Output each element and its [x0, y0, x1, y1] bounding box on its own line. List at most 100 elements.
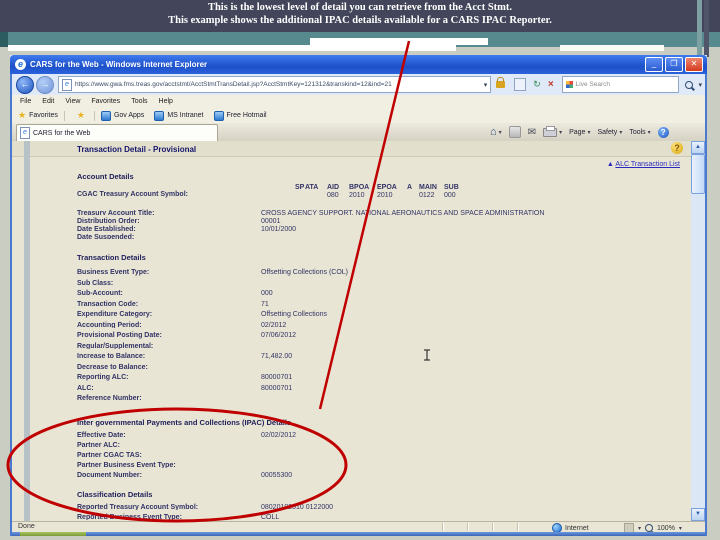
section-header-classification: Classification Details	[77, 490, 153, 499]
help-icon[interactable]: ?	[671, 142, 683, 154]
menu-tools[interactable]: Tools	[131, 98, 147, 105]
tas-column-header: ATA	[305, 184, 319, 191]
scrollbar-up-button[interactable]: ▲	[691, 141, 705, 154]
field-row: Effective Date: 02/02/2012	[77, 428, 685, 438]
restore-button[interactable]: ❐	[665, 57, 683, 72]
field-row: Sub Class:	[77, 276, 685, 287]
minimize-button[interactable]: _	[645, 57, 663, 72]
lock-icon	[496, 77, 506, 88]
page-title: Transaction Detail - Provisional	[77, 145, 197, 154]
favorite-link-label: Gov Apps	[113, 112, 145, 119]
field-label: Increase to Balance:	[77, 353, 146, 360]
field-row: Provisional Posting Date: 07/06/2012	[77, 328, 685, 339]
feeds-icon[interactable]	[508, 126, 521, 138]
chevron-down-icon[interactable]: ▾	[499, 129, 502, 136]
menu-help[interactable]: Help	[159, 98, 173, 105]
scrollbar-thumb[interactable]	[691, 154, 705, 194]
menu-file[interactable]: File	[20, 98, 31, 105]
chevron-down-icon[interactable]: ▾	[619, 129, 622, 136]
command-label: Tools	[629, 128, 646, 136]
field-label: ALC:	[77, 384, 94, 392]
window-border	[705, 74, 707, 536]
field-row: Sub-Account: 000	[77, 286, 685, 297]
favorite-link-free-hotmail[interactable]: Free Hotmail	[213, 110, 267, 121]
chevron-down-icon[interactable]: ▾	[638, 525, 641, 532]
page-button[interactable]: Page ▾	[569, 129, 590, 136]
slide-title-line1: This is the lowest level of detail you c…	[207, 2, 513, 13]
search-dropdown-icon[interactable]: ▾	[695, 81, 705, 89]
search-text[interactable]: Live Search	[576, 81, 679, 88]
field-value: Offsetting Collections	[261, 311, 328, 318]
compatibility-view-button[interactable]	[514, 78, 527, 91]
menu-bar: File Edit View Favorites Tools Help	[12, 95, 705, 109]
classification-rows: Reported Treasury Account Symbol: 0802010…	[77, 500, 685, 520]
home-icon[interactable]: ⌂	[490, 126, 497, 138]
navigation-bar: ← → https://www.gwa.fms.treas.gov/acctst…	[12, 74, 705, 95]
address-bar[interactable]: https://www.gwa.fms.treas.gov/acctstmt/A…	[57, 76, 492, 93]
favorite-link-ms-intranet[interactable]: MS Intranet	[154, 110, 204, 121]
refresh-button[interactable]: ↻	[533, 79, 541, 90]
slide-deco-stripe	[310, 38, 488, 45]
field-row: Treasury Account Title: CROSS AGENCY SUPP…	[77, 207, 685, 215]
field-label: Provisional Posting Date:	[77, 332, 162, 339]
chevron-down-icon[interactable]: ▾	[559, 129, 562, 136]
help-button[interactable]: ?	[657, 126, 669, 138]
safety-button[interactable]: Safety ▾	[597, 129, 622, 136]
search-input[interactable]: Live Search	[561, 76, 680, 93]
search-magnifier-icon[interactable]	[685, 80, 694, 89]
add-favorite-icon[interactable]: ★	[77, 110, 85, 121]
chevron-down-icon[interactable]: ▾	[679, 525, 682, 532]
tas-column-header: A	[407, 184, 413, 191]
zoom-magnifier-icon	[645, 524, 654, 532]
chevron-down-icon[interactable]: ▾	[648, 129, 651, 136]
field-row: Accounting Period: 02/2012	[77, 318, 685, 329]
tas-column-value: 000	[444, 192, 456, 199]
vertical-scrollbar[interactable]: ▲ ▼	[691, 141, 705, 521]
slide-title: This is the lowest level of detail you c…	[0, 2, 720, 27]
scrollbar-down-button[interactable]: ▼	[691, 508, 705, 521]
field-label: Reported Business Event Type:	[77, 514, 182, 520]
favorite-link-label: Free Hotmail	[226, 112, 267, 119]
zoom-level[interactable]: 100%	[657, 525, 675, 532]
command-label: Safety	[597, 128, 618, 136]
field-row: Reference Number:	[77, 391, 685, 402]
back-button[interactable]: ←	[16, 75, 34, 94]
divider	[63, 110, 65, 121]
field-label: Business Event Type:	[77, 269, 150, 276]
section-header-ipac: Inter governmental Payments and Collecti…	[77, 418, 292, 427]
forward-button[interactable]: →	[35, 75, 54, 94]
field-value: COLL	[261, 514, 280, 520]
field-row: ALC: 80000701	[77, 381, 685, 392]
favorite-link-gov-apps[interactable]: Gov Apps	[100, 110, 145, 121]
menu-edit[interactable]: Edit	[42, 98, 54, 105]
field-label: Partner ALC:	[77, 442, 120, 448]
field-label: Reporting ALC:	[77, 374, 129, 381]
tab-page-icon	[20, 127, 30, 139]
field-label: Document Number:	[77, 472, 142, 478]
mail-icon[interactable]: ✉	[528, 127, 536, 138]
tab-bar: CARS for the Web ⌂▾ ✉ ▾ Page▾Safety▾Tool…	[12, 123, 705, 142]
field-label: Reference Number:	[77, 395, 142, 402]
alc-transaction-list-link[interactable]: ▲ ALC Transaction List	[607, 161, 680, 168]
status-text: Done	[18, 523, 35, 530]
tools-button[interactable]: Tools ▾	[629, 129, 650, 136]
title-bar[interactable]: e CARS for the Web - Windows Internet Ex…	[10, 55, 707, 74]
stop-button[interactable]: ×	[548, 79, 554, 90]
menu-favorites[interactable]: Favorites	[91, 98, 120, 105]
field-label: Reported Treasury Account Symbol:	[77, 504, 199, 510]
field-label: Partner CGAC TAS:	[77, 452, 142, 458]
progress-segment	[20, 532, 86, 536]
field-value: 71,482.00	[261, 353, 293, 360]
chevron-down-icon[interactable]: ▾	[587, 129, 590, 136]
print-icon[interactable]	[543, 125, 558, 137]
url-text[interactable]: https://www.gwa.fms.treas.gov/acctstmt/A…	[75, 81, 481, 88]
close-button[interactable]: ✕	[685, 57, 703, 72]
tab-cars-for-the-web[interactable]: CARS for the Web	[16, 124, 218, 141]
menu-view[interactable]: View	[65, 98, 80, 105]
address-dropdown-icon[interactable]: ▾	[481, 81, 491, 89]
doc-icon	[213, 110, 224, 121]
field-row: Document Number: 00055300	[77, 468, 685, 478]
section-header-transaction: Transaction Details	[77, 253, 146, 262]
favorites-button[interactable]: Favorites	[29, 112, 58, 119]
field-value: 000	[261, 290, 273, 297]
